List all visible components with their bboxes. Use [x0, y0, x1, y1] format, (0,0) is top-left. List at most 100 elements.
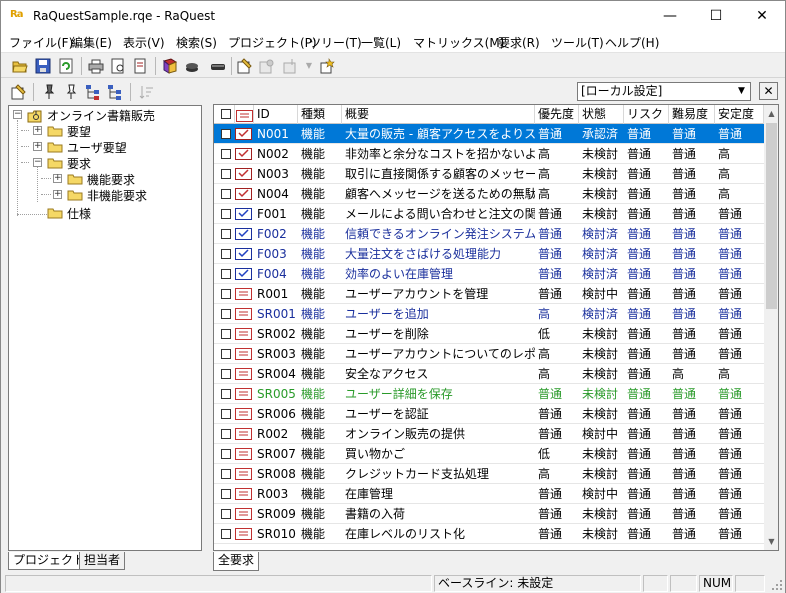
table-row[interactable]: F001 機能 メールによる問い合わせと注文の関連 普通 未検討 普通 普通 普通 — [214, 204, 764, 224]
tree-node-label[interactable]: 機能要求 — [87, 172, 135, 188]
expand-icon[interactable]: + — [53, 190, 62, 199]
row-checkbox[interactable] — [221, 209, 231, 219]
tree-root-label[interactable]: オンライン書籍販売 — [47, 108, 155, 124]
collapse-icon[interactable]: − — [33, 158, 42, 167]
header-checkbox-col[interactable] — [214, 105, 235, 124]
tree-node-label[interactable]: 仕様 — [67, 206, 91, 222]
vertical-scrollbar[interactable]: ▲ ▼ — [764, 105, 778, 550]
view-settings-select[interactable]: [ローカル設定] ▼ — [577, 82, 751, 101]
row-checkbox[interactable] — [221, 449, 231, 459]
row-checkbox[interactable] — [221, 409, 231, 419]
table-row[interactable]: F003 機能 大量注文をさばける処理能力 普通 検討済 普通 普通 普通 — [214, 244, 764, 264]
row-checkbox[interactable] — [221, 249, 231, 259]
row-checkbox[interactable] — [221, 169, 231, 179]
menu-project[interactable]: プロジェクト(P) — [228, 34, 317, 51]
book-icon[interactable] — [161, 57, 179, 75]
table-row[interactable]: N004 機能 顧客へメッセージを送るための無駄な高未検討 普通 普通高 — [214, 184, 764, 204]
collapse-icon[interactable]: − — [13, 110, 22, 119]
row-checkbox[interactable] — [221, 349, 231, 359]
save-icon[interactable] — [34, 57, 52, 75]
table-row[interactable]: SR009 機能 書籍の入荷 普通 未検討 普通 普通 普通 — [214, 504, 764, 524]
tree-node-label[interactable]: ユーザ要望 — [67, 140, 127, 156]
row-checkbox[interactable] — [221, 289, 231, 299]
properties-icon[interactable] — [236, 57, 254, 75]
table-row[interactable]: F002 機能 信頼できるオンライン発注システム 普通 検討済 普通 普通 普通 — [214, 224, 764, 244]
tree-node-label[interactable]: 要望 — [67, 124, 91, 140]
row-checkbox[interactable] — [221, 269, 231, 279]
row-checkbox[interactable] — [221, 489, 231, 499]
pin-off-icon[interactable] — [62, 83, 80, 101]
scrollbar-thumb[interactable] — [766, 123, 777, 309]
menu-view[interactable]: 表示(V) — [123, 34, 165, 51]
open-folder-icon[interactable] — [11, 57, 29, 75]
column-header-difficulty[interactable]: 難易度 — [669, 105, 715, 124]
wizard-icon[interactable] — [319, 57, 337, 75]
table-row[interactable]: SR003 機能 ユーザーアカウントについてのレポー高未検討 普通 普通 普通 — [214, 344, 764, 364]
column-header-priority[interactable]: 優先度 — [535, 105, 579, 124]
row-checkbox[interactable] — [221, 149, 231, 159]
project-tree[interactable]: − オンライン書籍販売 + 要望 + ユーザ要望 − 要求 + 機能要求 + 非… — [8, 105, 202, 551]
row-checkbox[interactable] — [221, 469, 231, 479]
maximize-button[interactable]: ☐ — [693, 1, 739, 32]
column-header-risk[interactable]: リスク — [624, 105, 669, 124]
tree-node-label[interactable]: 要求 — [67, 156, 91, 172]
row-checkbox[interactable] — [221, 189, 231, 199]
row-checkbox[interactable] — [221, 329, 231, 339]
column-header-status[interactable]: 状態 — [579, 105, 624, 124]
table-row[interactable]: R001 機能 ユーザーアカウントを管理 普通 検討中 普通 普通 普通 — [214, 284, 764, 304]
tree-node-label[interactable]: 非機能要求 — [87, 188, 147, 204]
row-checkbox[interactable] — [221, 309, 231, 319]
disk-icon[interactable] — [183, 57, 201, 75]
table-row[interactable]: SR005 機能 ユーザー詳細を保存 普通 未検討 普通 普通 普通 — [214, 384, 764, 404]
expand-icon[interactable]: + — [33, 126, 42, 135]
scroll-down-icon[interactable]: ▼ — [764, 533, 778, 550]
table-row[interactable]: SR007 機能 買い物かご低未検討 普通 普通 普通 — [214, 444, 764, 464]
row-checkbox[interactable] — [221, 529, 231, 539]
menu-search[interactable]: 検索(S) — [176, 34, 217, 51]
menu-tree[interactable]: ツリー(T) — [309, 34, 362, 51]
scroll-up-icon[interactable]: ▲ — [764, 105, 778, 122]
column-header-stability[interactable]: 安定度 — [715, 105, 764, 124]
menu-help[interactable]: ヘルプ(H) — [605, 34, 659, 51]
row-checkbox[interactable] — [221, 229, 231, 239]
row-checkbox[interactable] — [221, 129, 231, 139]
table-row[interactable]: N002 機能 非効率と余分なコストを招かないよう高未検討 普通 普通高 — [214, 144, 764, 164]
pin-icon[interactable] — [40, 83, 58, 101]
menu-list[interactable]: 一覧(L) — [361, 34, 401, 51]
properties-icon[interactable] — [10, 83, 28, 101]
row-checkbox[interactable] — [221, 369, 231, 379]
table-row[interactable]: SR008 機能 クレジットカード支払処理高未検討 普通 普通 普通 — [214, 464, 764, 484]
refresh-icon[interactable] — [57, 57, 75, 75]
menu-file[interactable]: ファイル(F) — [9, 34, 73, 51]
expand-icon[interactable]: + — [33, 142, 42, 151]
expand-icon[interactable]: + — [53, 174, 62, 183]
header-icon-col[interactable] — [235, 105, 254, 124]
column-header-type[interactable]: 種類 — [298, 105, 342, 124]
table-row[interactable]: SR004 機能 安全なアクセス 高 未検討 普通 高 高 — [214, 364, 764, 384]
print-icon[interactable] — [87, 57, 105, 75]
table-row[interactable]: SR006 機能 ユーザーを認証 普通 未検討 普通 普通 普通 — [214, 404, 764, 424]
menu-requirement[interactable]: 要求(R) — [498, 34, 540, 51]
table-row[interactable]: SR001 機能 ユーザーを追加高検討済 普通 普通 普通 — [214, 304, 764, 324]
tab-assignee[interactable]: 担当者 — [79, 552, 126, 570]
tree-collapse-icon[interactable] — [106, 83, 124, 101]
print-preview-icon[interactable] — [109, 57, 127, 75]
menu-matrix[interactable]: マトリックス(M) — [413, 34, 504, 51]
table-row[interactable]: R003 機能 在庫管理 普通 検討中 普通 普通 普通 — [214, 484, 764, 504]
table-row[interactable]: N003 機能 取引に直接関係する顧客のメッセージ高未検討 普通 普通高 — [214, 164, 764, 184]
row-checkbox[interactable] — [221, 429, 231, 439]
menu-tools[interactable]: ツール(T) — [551, 34, 604, 51]
column-header-id[interactable]: ID — [254, 105, 298, 124]
page-setup-icon[interactable] — [131, 57, 149, 75]
table-row[interactable]: N001 機能 大量の販売 - 顧客アクセスをよりスム 普通 承認済 普通 普通 普通 — [214, 124, 764, 144]
menu-edit[interactable]: 編集(E) — [71, 34, 112, 51]
tree-expand-icon[interactable] — [84, 83, 102, 101]
table-row[interactable]: R002 機能 オンライン販売の提供 普通 検討中 普通 普通 普通 — [214, 424, 764, 444]
table-row[interactable]: SR010 機能 在庫レベルのリスト化 普通 未検討 普通 普通 普通 — [214, 524, 764, 544]
tab-all-requirements[interactable]: 全要求 — [213, 552, 260, 571]
close-list-button[interactable]: ✕ — [759, 82, 778, 100]
minimize-button[interactable]: — — [647, 1, 693, 32]
column-header-summary[interactable]: 概要 — [342, 105, 535, 124]
table-row[interactable]: SR002 機能 ユーザーを削除低未検討 普通 普通 普通 — [214, 324, 764, 344]
close-button[interactable]: ✕ — [739, 1, 785, 32]
